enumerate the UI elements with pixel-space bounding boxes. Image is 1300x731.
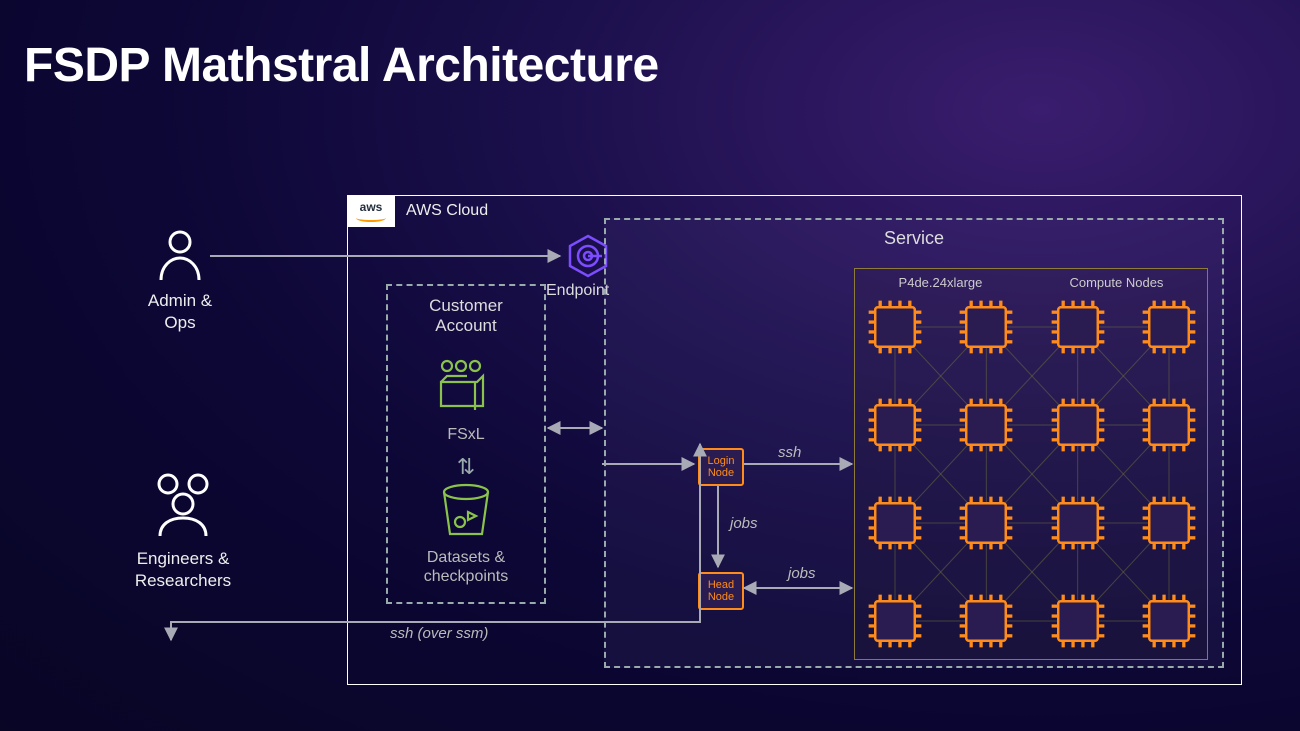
aws-logo-icon: aws (347, 195, 395, 227)
compute-chip-icon (1050, 495, 1106, 551)
instance-type-label: P4de.24xlarge (899, 275, 983, 290)
login-node: LoginNode (698, 448, 744, 486)
compute-chip-icon (958, 397, 1014, 453)
compute-chip-icon (1141, 397, 1197, 453)
compute-chip-icon (867, 299, 923, 355)
compute-chip-icon (867, 593, 923, 649)
compute-nodes-box: P4de.24xlarge Compute Nodes (854, 268, 1208, 660)
fsxl-label: FSxL (388, 426, 544, 444)
datasets-label: Datasets &checkpoints (388, 548, 544, 586)
compute-chip-icon (958, 299, 1014, 355)
compute-chip-icon (1141, 299, 1197, 355)
customer-account-box: CustomerAccount FSxL ⇅ (386, 284, 546, 604)
compute-chip-icon (958, 495, 1014, 551)
service-box: Service LoginNode HeadNode P4de.24xlarge… (604, 218, 1224, 668)
compute-chip-icon (867, 495, 923, 551)
edge-ssh-over-ssm: ssh (over ssm) (390, 625, 488, 642)
head-node-label: HeadNode (708, 579, 734, 603)
users-icon (144, 470, 222, 540)
head-node: HeadNode (698, 572, 744, 610)
diagram-stage: Admin &Ops Engineers &Researchers aws AW… (0, 0, 1300, 731)
chip-grid (867, 299, 1195, 647)
endpoint-label: Endpoint (546, 282, 609, 300)
compute-chip-icon (958, 593, 1014, 649)
actor-admin-label: Admin &Ops (120, 290, 240, 334)
edge-jobs-right: jobs (788, 565, 816, 582)
edge-ssh: ssh (778, 444, 801, 461)
aws-cloud-label: AWS Cloud (406, 202, 488, 220)
aws-cloud-box: aws AWS Cloud Endpoint CustomerAccount (347, 195, 1242, 685)
bucket-icon (438, 482, 494, 545)
login-node-label: LoginNode (708, 455, 735, 479)
compute-nodes-label: Compute Nodes (1069, 275, 1163, 290)
customer-account-label: CustomerAccount (388, 296, 544, 337)
updown-arrow-icon: ⇅ (457, 454, 475, 480)
fsxl-icon (435, 358, 497, 417)
compute-chip-icon (1050, 299, 1106, 355)
compute-chip-icon (1050, 593, 1106, 649)
compute-chip-icon (1141, 495, 1197, 551)
compute-chip-icon (1141, 593, 1197, 649)
edge-jobs-down: jobs (730, 515, 758, 532)
service-label: Service (884, 228, 944, 249)
compute-chip-icon (1050, 397, 1106, 453)
actor-engineers: Engineers &Researchers (108, 470, 258, 592)
actor-engineers-label: Engineers &Researchers (108, 548, 258, 592)
aws-logo-text: aws (360, 201, 383, 213)
user-icon (155, 228, 205, 282)
actor-admin: Admin &Ops (120, 228, 240, 334)
compute-chip-icon (867, 397, 923, 453)
